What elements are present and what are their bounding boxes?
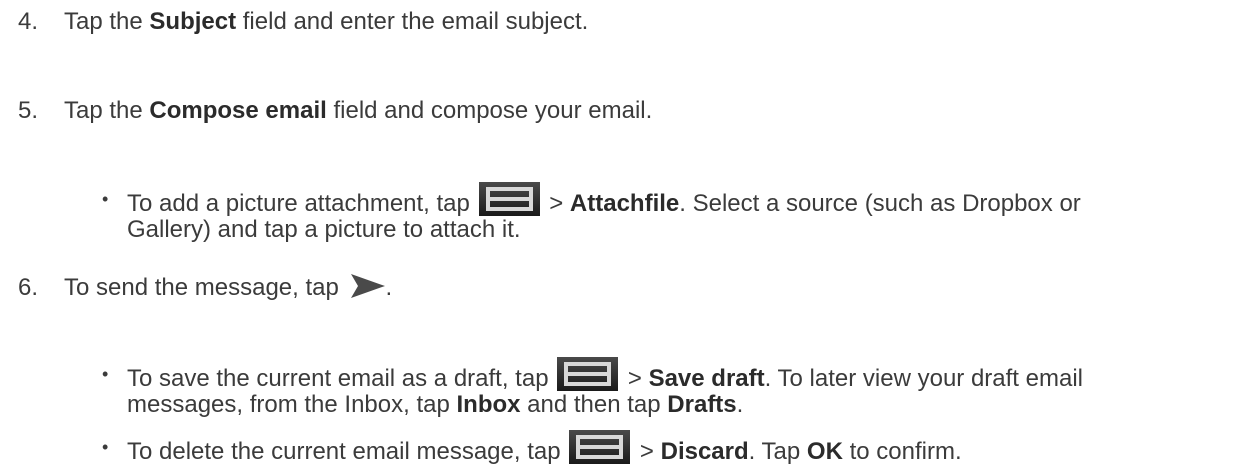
step-6-text: To send the message, tap . <box>64 274 393 301</box>
attachfile-option: Attachfile <box>569 190 680 217</box>
menu-icon <box>557 357 619 391</box>
step-number-4: 4. <box>18 8 39 35</box>
save-draft-option: Save draft <box>648 365 765 392</box>
bullet-dot: • <box>102 189 109 209</box>
attach-picture-instruction-cont: Gallery) and tap a picture to attach it. <box>127 216 521 243</box>
save-draft-instruction-cont: messages, from the Inbox, tap Inbox and … <box>127 391 744 418</box>
step-number-5: 5. <box>18 97 39 124</box>
step-4-text: Tap the Subject field and enter the emai… <box>64 8 589 35</box>
subject-field-label: Subject <box>149 8 237 35</box>
save-draft-instruction: To save the current email as a draft, ta… <box>127 357 1083 394</box>
send-icon <box>350 274 385 298</box>
compose-email-field-label: Compose email <box>149 97 327 124</box>
bullet-dot: • <box>102 364 109 384</box>
menu-icon <box>569 430 631 464</box>
discard-option: Discard <box>660 438 749 465</box>
bullet-dot: • <box>102 437 109 457</box>
discard-instruction: To delete the current email message, tap… <box>127 430 962 467</box>
inbox-label: Inbox <box>456 391 521 418</box>
attach-picture-instruction: To add a picture attachment, tap > Attac… <box>127 182 1081 219</box>
drafts-label: Drafts <box>667 391 737 418</box>
step-number-6: 6. <box>18 274 39 301</box>
step-5-text: Tap the Compose email field and compose … <box>64 97 653 124</box>
ok-label: OK <box>806 438 843 465</box>
menu-icon <box>478 182 540 216</box>
